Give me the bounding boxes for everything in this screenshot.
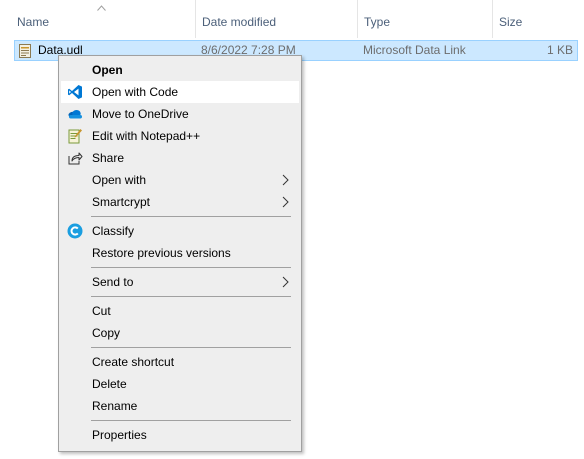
share-icon — [68, 152, 83, 165]
chevron-right-icon — [282, 196, 289, 208]
menu-item-copy[interactable]: Copy — [61, 322, 299, 344]
menu-separator — [91, 267, 291, 268]
menu-item-restore-previous-versions[interactable]: Restore previous versions — [61, 242, 299, 264]
menu-item-smartcrypt[interactable]: Smartcrypt — [61, 191, 299, 213]
menu-item-smartcrypt-label: Smartcrypt — [92, 195, 151, 209]
menu-item-create-shortcut[interactable]: Create shortcut — [61, 351, 299, 373]
menu-separator — [91, 347, 291, 348]
menu-item-properties[interactable]: Properties — [61, 424, 299, 446]
menu-item-copy-label: Copy — [92, 326, 121, 340]
menu-item-open-with[interactable]: Open with — [61, 169, 299, 191]
menu-item-edit-with-notepad-label: Edit with Notepad++ — [92, 129, 201, 143]
menu-item-restore-previous-versions-label: Restore previous versions — [92, 246, 231, 260]
menu-item-move-to-onedrive[interactable]: Move to OneDrive — [61, 103, 299, 125]
file-explorer-view: Name Date modified Type Size Data.udl 8/… — [0, 0, 584, 459]
menu-item-delete[interactable]: Delete — [61, 373, 299, 395]
chevron-right-icon — [282, 174, 289, 186]
menu-item-open-label: Open — [92, 63, 123, 77]
menu-item-share[interactable]: Share — [61, 147, 299, 169]
menu-item-create-shortcut-label: Create shortcut — [92, 355, 175, 369]
menu-separator — [91, 296, 291, 297]
file-type: Microsoft Data Link — [363, 43, 466, 57]
onedrive-cloud-icon — [68, 110, 82, 119]
menu-item-share-label: Share — [92, 151, 125, 165]
menu-item-cut[interactable]: Cut — [61, 300, 299, 322]
menu-item-open-with-code-label: Open with Code — [92, 85, 179, 99]
column-header-bar: Name Date modified Type Size — [0, 0, 584, 38]
menu-item-open-with-code[interactable]: Open with Code — [61, 81, 299, 103]
menu-item-classify[interactable]: Classify — [61, 220, 299, 242]
menu-separator — [91, 420, 291, 421]
menu-item-cut-label: Cut — [92, 304, 111, 318]
udl-file-icon — [19, 44, 31, 58]
chevron-right-icon — [282, 276, 289, 288]
vscode-icon — [68, 85, 82, 99]
menu-separator — [91, 216, 291, 217]
menu-item-send-to[interactable]: Send to — [61, 271, 299, 293]
column-header-type[interactable]: Type — [357, 0, 491, 38]
column-header-size[interactable]: Size — [492, 0, 584, 38]
menu-item-properties-label: Properties — [92, 428, 147, 442]
context-menu: Open Open with Code Move to OneDrive Edi… — [58, 55, 302, 452]
column-header-name[interactable]: Name — [11, 0, 194, 38]
menu-item-move-to-onedrive-label: Move to OneDrive — [92, 107, 189, 121]
menu-item-edit-with-notepad[interactable]: Edit with Notepad++ — [61, 125, 299, 147]
column-header-date-modified[interactable]: Date modified — [195, 0, 356, 38]
menu-item-send-to-label: Send to — [92, 275, 134, 289]
notepad-plus-plus-icon — [68, 129, 82, 144]
file-size: 1 KB — [546, 43, 573, 57]
menu-item-open-with-label: Open with — [92, 173, 147, 187]
classify-icon — [67, 223, 83, 239]
menu-item-classify-label: Classify — [92, 224, 135, 238]
menu-item-delete-label: Delete — [92, 377, 127, 391]
menu-item-open[interactable]: Open — [61, 59, 299, 81]
menu-item-rename-label: Rename — [92, 399, 138, 413]
menu-item-rename[interactable]: Rename — [61, 395, 299, 417]
